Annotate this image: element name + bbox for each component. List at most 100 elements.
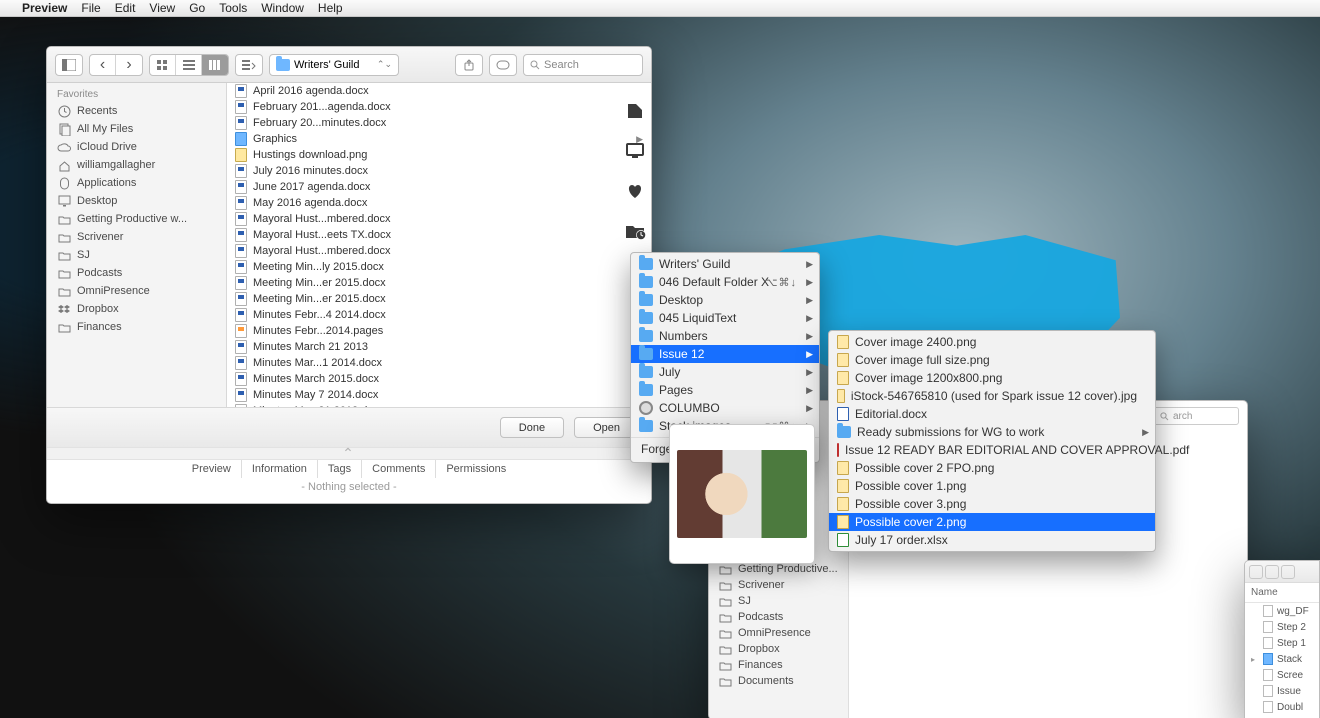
menu-item[interactable]: Cover image 2400.png [829,333,1155,351]
file-row[interactable]: July 2016 minutes.docx [227,163,651,179]
sidebar-item[interactable]: Scrivener [709,577,848,593]
sidebar-item[interactable]: Finances [709,657,848,673]
sidebar-toggle-icon[interactable] [56,55,82,75]
menu-item[interactable]: Cover image full size.png [829,351,1155,369]
menu-window[interactable]: Window [261,1,304,15]
file-row[interactable]: Hustings download.png [227,147,651,163]
tab-preview[interactable]: Preview [182,460,242,478]
sidebar-item[interactable]: OmniPresence [709,625,848,641]
done-button[interactable]: Done [500,417,564,438]
list-row[interactable]: Scree [1245,667,1319,683]
file-row[interactable]: Minutes Febr...2014.pages [227,323,651,339]
menu-item[interactable]: Issue 12▶ [631,345,819,363]
list-row[interactable]: Doubl [1245,699,1319,715]
menu-item[interactable]: Desktop▶ [631,291,819,309]
menu-item[interactable]: Possible cover 3.png [829,495,1155,513]
sidebar-item[interactable]: Podcasts [709,609,848,625]
sidebar-item[interactable]: Getting Productive w... [47,210,226,228]
view-icon[interactable] [1265,565,1279,579]
nav-back-button[interactable]: ‹ [90,55,116,75]
path-popup[interactable]: Writers' Guild ⌃⌄ [269,54,399,76]
file-row[interactable]: Mayoral Hust...mbered.docx [227,243,651,259]
view-columns-icon[interactable] [202,55,228,75]
file-row[interactable]: Meeting Min...er 2015.docx [227,291,651,307]
file-row[interactable]: Minutes March 21 2013 [227,339,651,355]
dfx-recent-icon[interactable] [624,220,646,242]
sidebar-item[interactable]: Desktop [47,192,226,210]
list-row[interactable]: ▸Stack [1245,651,1319,667]
file-row[interactable]: Mayoral Hust...eets TX.docx [227,227,651,243]
menu-item[interactable]: Possible cover 1.png [829,477,1155,495]
sidebar-item[interactable]: iCloud Drive [47,138,226,156]
app-name[interactable]: Preview [22,1,67,15]
menu-item[interactable]: July 17 order.xlsx [829,531,1155,549]
bg1-search[interactable]: arch [1153,407,1239,425]
sidebar-item[interactable]: Scrivener [47,228,226,246]
menu-edit[interactable]: Edit [115,1,136,15]
share-button[interactable] [455,54,483,76]
menu-item[interactable]: iStock-546765810 (used for Spark issue 1… [829,387,1155,405]
group-by-icon[interactable] [236,55,262,75]
file-row[interactable]: February 201...agenda.docx [227,99,651,115]
file-row[interactable]: Minutes May 7 2014.docx [227,387,651,403]
menu-item[interactable]: Possible cover 2 FPO.png [829,459,1155,477]
sidebar-item[interactable]: OmniPresence [47,282,226,300]
dfx-computer-icon[interactable] [624,140,646,162]
menu-view[interactable]: View [149,1,175,15]
file-row[interactable]: Minutes March 2015.docx [227,371,651,387]
view-icons-icon[interactable] [150,55,176,75]
file-row[interactable]: Meeting Min...er 2015.docx [227,275,651,291]
tab-comments[interactable]: Comments [362,460,436,478]
menu-item[interactable]: COLUMBO▶ [631,399,819,417]
view-icon[interactable] [1281,565,1295,579]
file-row[interactable]: February 20...minutes.docx [227,115,651,131]
sidebar-toggle[interactable] [55,54,83,76]
file-row[interactable]: April 2016 agenda.docx [227,83,651,99]
file-row[interactable]: Graphics▶ [227,131,651,147]
tab-tags[interactable]: Tags [318,460,362,478]
sidebar-item[interactable]: Dropbox [709,641,848,657]
nav-fwd-button[interactable]: › [116,55,142,75]
dfx-tag-icon[interactable] [624,100,646,122]
menu-item[interactable]: Numbers▶ [631,327,819,345]
sidebar-item[interactable]: Finances [47,318,226,336]
dfx-heart-icon[interactable] [624,180,646,202]
sidebar-item[interactable]: SJ [709,593,848,609]
menu-item[interactable]: Cover image 1200x800.png [829,369,1155,387]
menu-item[interactable]: Ready submissions for WG to work▶ [829,423,1155,441]
file-row[interactable]: June 2017 agenda.docx [227,179,651,195]
sidebar-item[interactable]: Podcasts [47,264,226,282]
list-row[interactable]: Step 1 [1245,635,1319,651]
search-input[interactable]: Search [523,54,643,76]
file-row[interactable]: Mayoral Hust...mbered.docx [227,211,651,227]
sidebar-item[interactable]: williamgallagher [47,156,226,174]
group-by[interactable] [235,54,263,76]
list-row[interactable]: wg_DF [1245,603,1319,619]
view-icon[interactable] [1249,565,1263,579]
menu-file[interactable]: File [81,1,100,15]
file-row[interactable]: Minutes Mar...1 2014.docx [227,355,651,371]
sidebar-item[interactable]: Recents [47,102,226,120]
sidebar-item[interactable]: All My Files [47,120,226,138]
sidebar-item[interactable]: Dropbox [47,300,226,318]
menu-item[interactable]: Editorial.docx [829,405,1155,423]
menu-item[interactable]: July▶ [631,363,819,381]
resize-grip[interactable]: ⌃ [47,447,651,459]
file-row[interactable]: May 2016 agenda.docx [227,195,651,211]
tags-button[interactable] [489,54,517,76]
sidebar-item[interactable]: SJ [47,246,226,264]
menu-item[interactable]: Writers' Guild▶ [631,255,819,273]
tab-permissions[interactable]: Permissions [436,460,516,478]
menu-item[interactable]: Pages▶ [631,381,819,399]
menu-help[interactable]: Help [318,1,343,15]
list-row[interactable]: Step 2 [1245,619,1319,635]
menu-item[interactable]: 046 Default Folder X⌥⌘↓▶ [631,273,819,291]
view-list-icon[interactable] [176,55,202,75]
menu-item[interactable]: Possible cover 2.png [829,513,1155,531]
menu-tools[interactable]: Tools [219,1,247,15]
sidebar-item[interactable]: Documents [709,673,848,689]
file-row[interactable]: Minutes Febr...4 2014.docx [227,307,651,323]
menu-item[interactable]: Issue 12 READY BAR EDITORIAL AND COVER A… [829,441,1155,459]
file-row[interactable]: Meeting Min...ly 2015.docx [227,259,651,275]
menu-item[interactable]: 045 LiquidText▶ [631,309,819,327]
